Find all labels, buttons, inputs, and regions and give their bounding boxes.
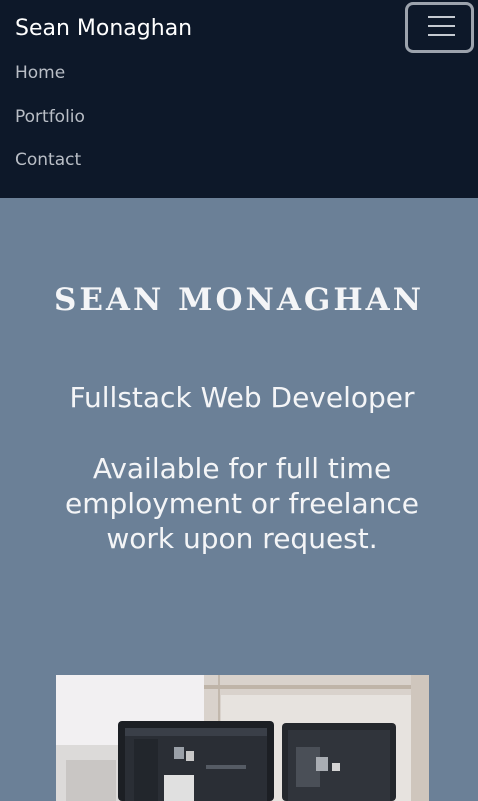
nav-link-portfolio[interactable]: Portfolio bbox=[15, 102, 85, 146]
nav-menu: Home Portfolio Contact bbox=[15, 58, 85, 189]
portfolio-photo bbox=[56, 675, 429, 801]
nav-item-portfolio: Portfolio bbox=[15, 102, 85, 146]
brand-link[interactable]: Sean Monaghan bbox=[15, 14, 192, 44]
hero-role: Fullstack Web Developer bbox=[69, 381, 415, 414]
nav-item-home: Home bbox=[15, 58, 85, 102]
navbar-toggle-button[interactable] bbox=[405, 2, 474, 53]
hero-title: SEAN MONAGHAN bbox=[53, 282, 425, 318]
hero-availability: Available for full time employment or fr… bbox=[65, 452, 419, 555]
navbar: Sean Monaghan Home Portfolio Contact bbox=[0, 0, 478, 198]
nav-item-contact: Contact bbox=[15, 145, 85, 189]
nav-link-home[interactable]: Home bbox=[15, 58, 85, 102]
nav-link-contact[interactable]: Contact bbox=[15, 145, 85, 189]
laptops-on-desk-image bbox=[56, 675, 429, 801]
